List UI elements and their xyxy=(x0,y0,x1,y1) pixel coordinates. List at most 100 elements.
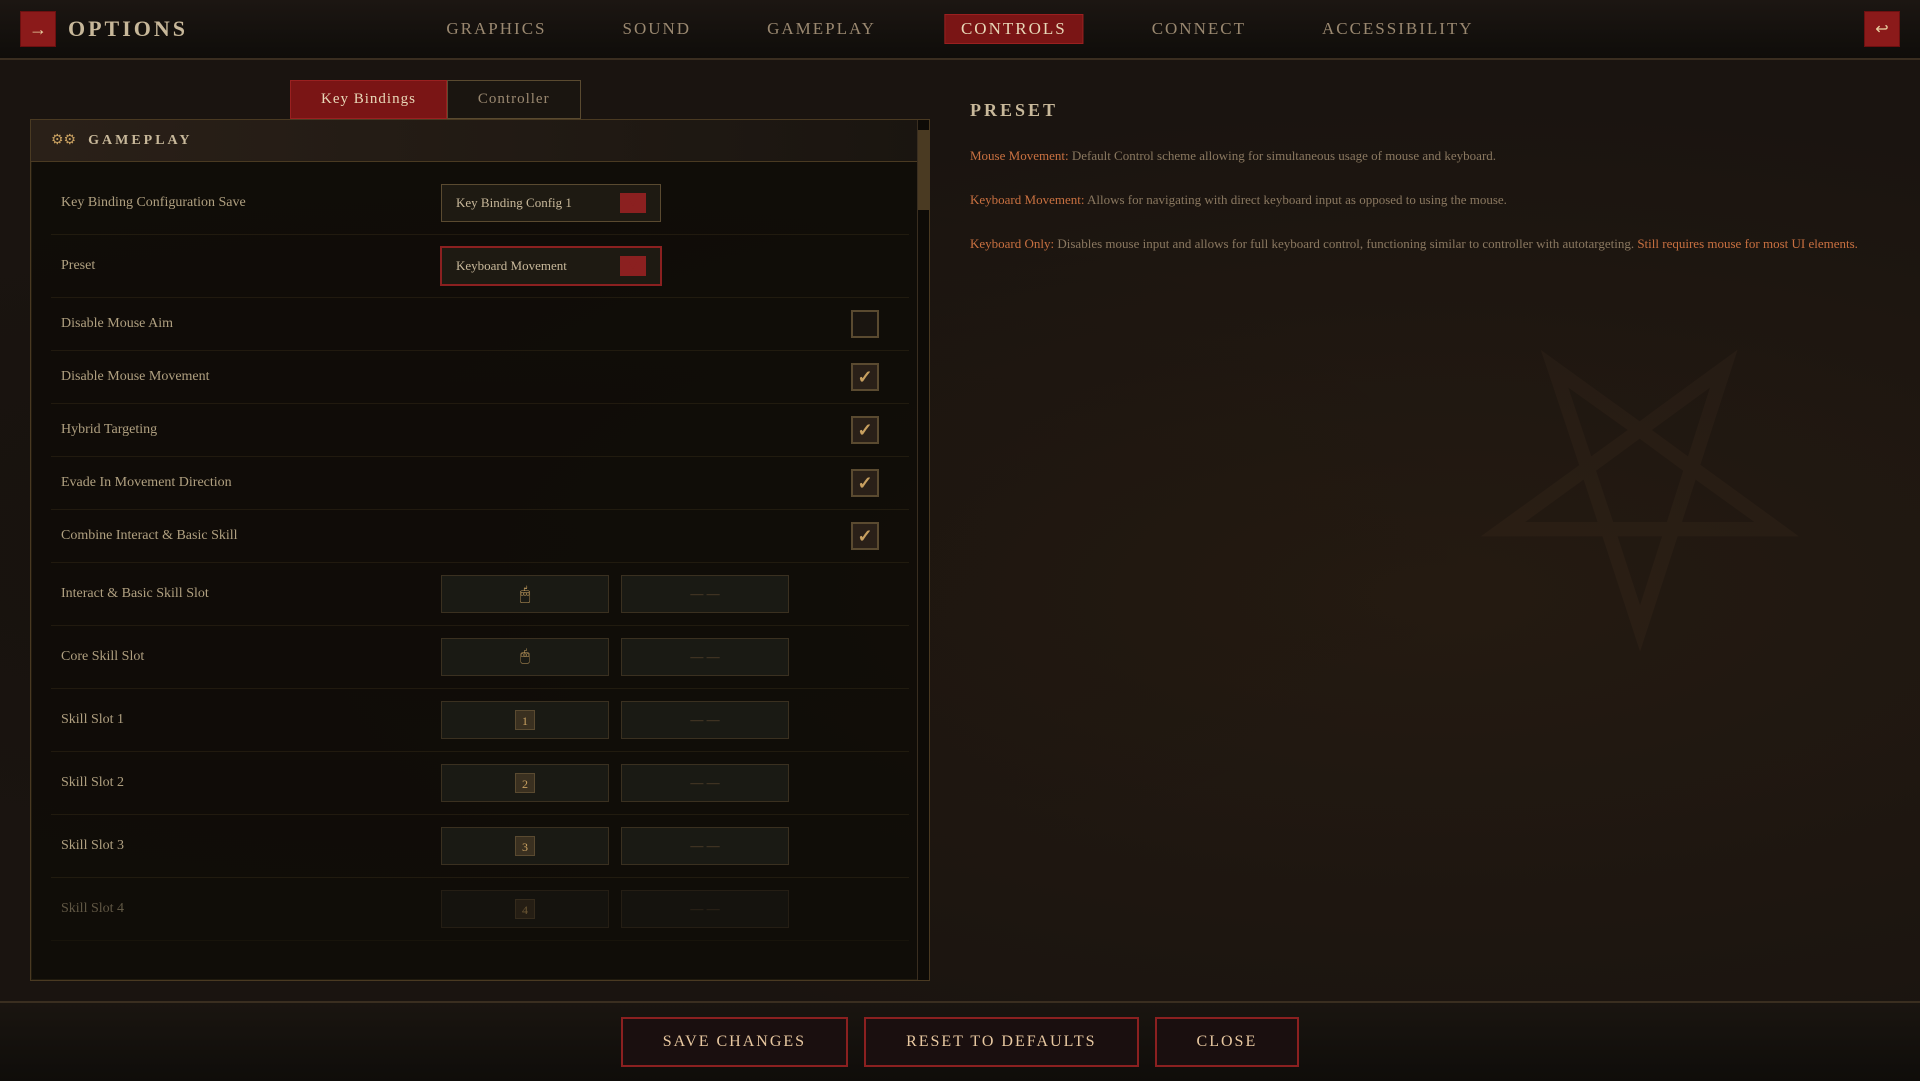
key-badge-skill4-primary: 4 xyxy=(515,899,535,919)
control-combine-interact xyxy=(441,522,899,550)
label-hybrid-targeting: Hybrid Targeting xyxy=(61,422,441,438)
desc-keyboard-movement: Allows for navigating with direct keyboa… xyxy=(1087,192,1507,207)
control-evade-direction xyxy=(441,469,899,497)
link-requires-mouse: Still requires mouse for most UI element… xyxy=(1637,236,1858,251)
label-core-skill: Core Skill Slot xyxy=(61,649,441,665)
setting-row-disable-mouse-aim: Disable Mouse Aim xyxy=(51,298,909,351)
key-slot-skill2-secondary[interactable]: — — xyxy=(621,764,789,802)
desc-keyboard-only: Disables mouse input and allows for full… xyxy=(1057,236,1637,251)
control-skill-2: 2 — — xyxy=(441,764,789,802)
left-panel: Key Bindings Controller ⚙⚙ GAMEPLAY Key … xyxy=(30,80,930,981)
label-skill-2: Skill Slot 2 xyxy=(61,775,441,791)
label-skill-4: Skill Slot 4 xyxy=(61,901,441,917)
key-text-skill1-secondary: — — xyxy=(690,712,719,728)
setting-row-skill-1: Skill Slot 1 1 — — xyxy=(51,689,909,752)
dropdown-arrow-icon: ▼ xyxy=(620,193,646,213)
checkbox-disable-mouse-aim[interactable] xyxy=(851,310,879,338)
dropdown-preset-arrow-icon: ▼ xyxy=(620,256,646,276)
setting-row-skill-3: Skill Slot 3 3 — — xyxy=(51,815,909,878)
setting-row-key-binding-config: Key Binding Configuration Save Key Bindi… xyxy=(51,172,909,235)
setting-row-disable-mouse-movement: Disable Mouse Movement xyxy=(51,351,909,404)
checkbox-evade-direction[interactable] xyxy=(851,469,879,497)
section-title: GAMEPLAY xyxy=(88,133,192,149)
preset-info-title: PRESET xyxy=(970,100,1870,121)
nav-right: ↩ xyxy=(1864,11,1900,47)
key-text-skill4-secondary: — — xyxy=(690,901,719,917)
control-skill-3: 3 — — xyxy=(441,827,789,865)
key-slot-core-primary[interactable]: 🖱 xyxy=(441,638,609,676)
main-content: Key Bindings Controller ⚙⚙ GAMEPLAY Key … xyxy=(0,60,1920,1001)
key-slot-skill1-secondary[interactable]: — — xyxy=(621,701,789,739)
key-icon-interact-primary: 🖱 xyxy=(520,584,531,605)
back-button[interactable]: → xyxy=(20,11,56,47)
label-evade-direction: Evade In Movement Direction xyxy=(61,475,441,491)
key-slot-skill3-secondary[interactable]: — — xyxy=(621,827,789,865)
term-keyboard-movement: Keyboard Movement: xyxy=(970,192,1084,207)
dropdown-key-binding-config[interactable]: Key Binding Config 1 ▼ xyxy=(441,184,661,222)
key-slot-interact-primary[interactable]: 🖱 xyxy=(441,575,609,613)
term-mouse-movement: Mouse Movement: xyxy=(970,148,1069,163)
control-key-binding-config: Key Binding Config 1 ▼ xyxy=(441,184,661,222)
label-skill-3: Skill Slot 3 xyxy=(61,838,441,854)
scrollbar-thumb[interactable] xyxy=(918,130,929,210)
setting-row-combine-interact: Combine Interact & Basic Skill xyxy=(51,510,909,563)
panel-inner: ⚙⚙ GAMEPLAY Key Binding Configuration Sa… xyxy=(31,120,929,980)
key-text-skill2-secondary: — — xyxy=(690,775,719,791)
label-key-binding-config: Key Binding Configuration Save xyxy=(61,195,441,211)
top-nav: → OPTIONS GRAPHICS SOUND GAMEPLAY CONTRO… xyxy=(0,0,1920,60)
key-slot-skill4-primary[interactable]: 4 xyxy=(441,890,609,928)
control-disable-mouse-movement xyxy=(441,363,899,391)
label-preset: Preset xyxy=(61,258,441,274)
control-interact-basic: 🖱 — — xyxy=(441,575,789,613)
bottom-bar: Save Changes Reset to Defaults Close xyxy=(0,1001,1920,1081)
key-text-core-secondary: — — xyxy=(690,649,719,665)
key-badge-skill3-primary: 3 xyxy=(515,836,535,856)
control-skill-4: 4 — — xyxy=(441,890,789,928)
key-icon-core-primary: 🖱 xyxy=(520,648,530,666)
key-slot-interact-secondary[interactable]: — — xyxy=(621,575,789,613)
options-title: OPTIONS xyxy=(68,16,188,42)
checkbox-disable-mouse-movement[interactable] xyxy=(851,363,879,391)
setting-row-skill-4: Skill Slot 4 4 — — xyxy=(51,878,909,941)
key-badge-skill1-primary: 1 xyxy=(515,710,535,730)
key-text-interact-secondary: — — xyxy=(690,586,719,602)
key-slot-skill4-secondary[interactable]: — — xyxy=(621,890,789,928)
nav-center: GRAPHICS SOUND GAMEPLAY CONTROLS CONNECT… xyxy=(438,14,1481,44)
desc-mouse-movement: Default Control scheme allowing for simu… xyxy=(1072,148,1496,163)
nav-gameplay[interactable]: GAMEPLAY xyxy=(759,15,884,43)
nav-accessibility[interactable]: ACCESSIBILITY xyxy=(1314,15,1482,43)
reset-defaults-button[interactable]: Reset to Defaults xyxy=(864,1017,1138,1067)
save-changes-button[interactable]: Save Changes xyxy=(621,1017,848,1067)
key-text-skill3-secondary: — — xyxy=(690,838,719,854)
close-button[interactable]: Close xyxy=(1155,1017,1300,1067)
label-combine-interact: Combine Interact & Basic Skill xyxy=(61,528,441,544)
setting-row-evade-direction: Evade In Movement Direction xyxy=(51,457,909,510)
label-disable-mouse-movement: Disable Mouse Movement xyxy=(61,369,441,385)
label-disable-mouse-aim: Disable Mouse Aim xyxy=(61,316,441,332)
settings-panel: ⚙⚙ GAMEPLAY Key Binding Configuration Sa… xyxy=(30,119,930,981)
tabs-container: Key Bindings Controller xyxy=(30,80,930,119)
nav-sound[interactable]: SOUND xyxy=(615,15,700,43)
control-preset: Keyboard Movement ▼ xyxy=(441,247,661,285)
dropdown-preset[interactable]: Keyboard Movement ▼ xyxy=(441,247,661,285)
right-panel: PRESET Mouse Movement: Default Control s… xyxy=(950,80,1890,981)
nav-connect[interactable]: CONNECT xyxy=(1144,15,1254,43)
checkbox-hybrid-targeting[interactable] xyxy=(851,416,879,444)
settings-body: Key Binding Configuration Save Key Bindi… xyxy=(31,162,929,951)
checkbox-combine-interact[interactable] xyxy=(851,522,879,550)
key-slot-skill2-primary[interactable]: 2 xyxy=(441,764,609,802)
key-slot-skill1-primary[interactable]: 1 xyxy=(441,701,609,739)
nav-left: → OPTIONS xyxy=(20,11,188,47)
nav-controls[interactable]: CONTROLS xyxy=(944,14,1084,44)
nav-graphics[interactable]: GRAPHICS xyxy=(438,15,554,43)
tab-controller[interactable]: Controller xyxy=(447,80,581,119)
scrollbar-track[interactable] xyxy=(917,120,929,980)
setting-row-interact-basic: Interact & Basic Skill Slot 🖱 — — xyxy=(51,563,909,626)
window-close-button[interactable]: ↩ xyxy=(1864,11,1900,47)
tab-key-bindings[interactable]: Key Bindings xyxy=(290,80,447,119)
key-slot-core-secondary[interactable]: — — xyxy=(621,638,789,676)
control-skill-1: 1 — — xyxy=(441,701,789,739)
control-core-skill: 🖱 — — xyxy=(441,638,789,676)
setting-row-core-skill: Core Skill Slot 🖱 — — xyxy=(51,626,909,689)
key-slot-skill3-primary[interactable]: 3 xyxy=(441,827,609,865)
